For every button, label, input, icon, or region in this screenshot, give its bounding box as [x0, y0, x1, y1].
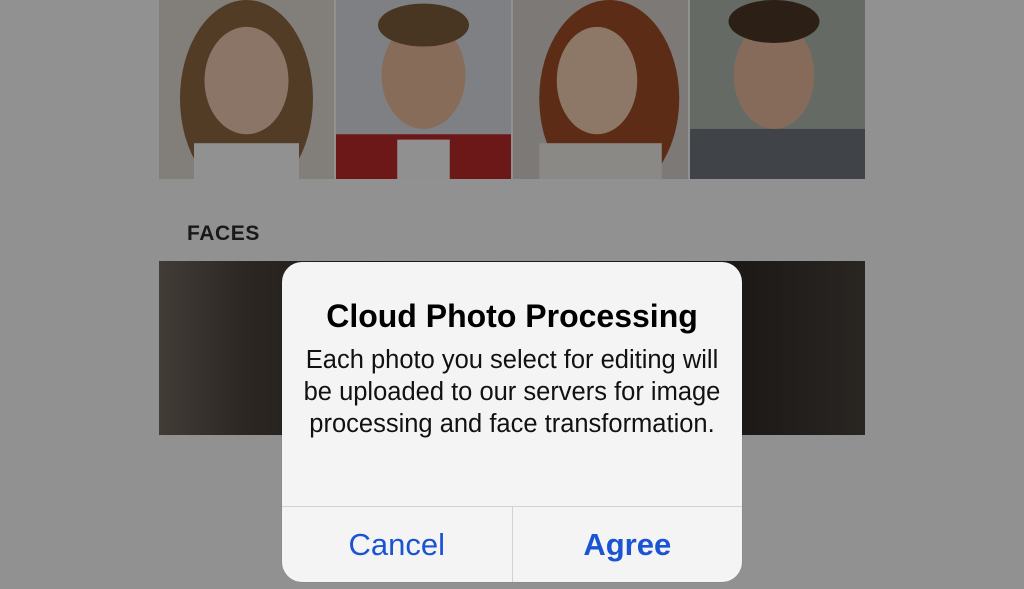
cancel-button[interactable]: Cancel — [282, 507, 512, 582]
alert-message: Each photo you select for editing will b… — [303, 346, 721, 438]
cloud-processing-alert: Cloud Photo Processing Each photo you se… — [282, 262, 742, 582]
agree-button[interactable]: Agree — [511, 507, 743, 582]
alert-actions: Cancel Agree — [282, 506, 742, 582]
alert-title: Cloud Photo Processing — [326, 298, 698, 334]
